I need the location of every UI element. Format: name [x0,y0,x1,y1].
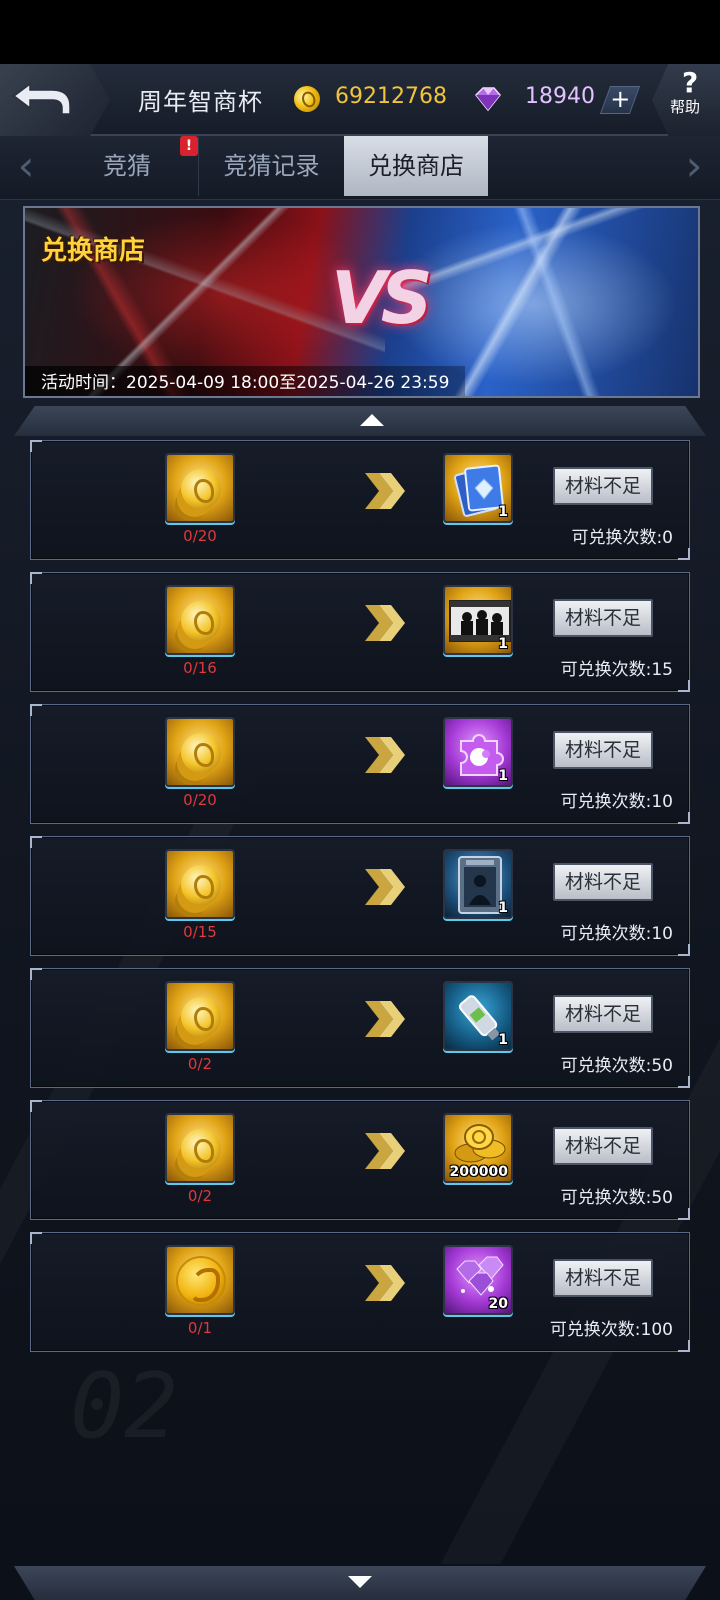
exchange-button[interactable]: 材料不足 [553,731,653,769]
dragon-coin-graphic [176,1256,226,1306]
status-bar [0,0,720,64]
tab-label: 兑换商店 [368,152,464,180]
remaining-exchanges: 可兑换次数:15 [560,660,673,680]
coin-stack-icon[interactable] [165,717,235,787]
coin-stack-icon[interactable] [165,1113,235,1183]
help-icon: ? [682,66,699,99]
double-chevron-icon [365,605,405,641]
back-button[interactable] [0,64,110,136]
silhouette-card-icon[interactable]: 1 [443,585,513,655]
usb-drive-icon[interactable]: 1 [443,981,513,1051]
puzzle-piece-icon[interactable]: 1 [443,717,513,787]
remaining-exchanges: 可兑换次数:10 [560,792,673,812]
coin-balance: 69212768 [335,84,447,109]
double-chevron-icon [365,1133,405,1169]
exchange-row: 0/1 20 材料不足 可兑换次数:100 [30,1232,690,1352]
remaining-exchanges: 可兑换次数:0 [571,528,673,548]
exchange-button[interactable]: 材料不足 [553,467,653,505]
double-chevron-icon [365,473,405,509]
event-time: 活动时间：2025-04-09 18:00至2025-04-26 23:59 [25,366,465,396]
reward-count: 1 [498,768,508,784]
vs-logo: VS [331,256,433,340]
coin-icon [290,82,324,116]
exchange-row: 0/20 1 材料不足 可兑换次数:0 [30,440,690,560]
alert-badge-icon: ! [180,136,198,156]
exchange-button[interactable]: 材料不足 [553,599,653,637]
target-card-icon[interactable]: 1 [443,849,513,919]
exchange-row: 0/20 1 材料不足 可兑换次数:10 [30,704,690,824]
exchange-button[interactable]: 材料不足 [553,995,653,1033]
background-decoration: 02 [70,1354,179,1459]
double-chevron-icon [365,1265,405,1301]
tab-bar: ‹ 竞猜 ! 竞猜记录 兑换商店 › [0,136,720,200]
coin-stack-graphic [181,601,221,641]
reward-count: 1 [498,1032,508,1048]
help-button[interactable]: ? 帮助 [652,64,720,136]
tab-left-arrow-icon[interactable]: ‹ [6,145,46,190]
coin-stack-icon[interactable] [165,849,235,919]
gem-icon [474,87,501,112]
double-chevron-icon [365,869,405,905]
scroll-down-button[interactable] [14,1566,706,1600]
page-title: 周年智商杯 [138,88,263,116]
gem-balance: 18940 [525,84,595,109]
cost-progress: 0/2 [187,1187,213,1205]
tab-exchange-shop[interactable]: 兑换商店 [344,136,488,196]
coin-stack-graphic [181,1129,221,1169]
coin-stack-icon[interactable] [165,585,235,655]
coin-stack-graphic [181,469,221,509]
gold-coins-graphic [454,1124,506,1163]
cost-progress: 0/2 [187,1055,213,1073]
coin-stack-icon[interactable] [165,453,235,523]
tab-label: 竞猜记录 [223,152,320,180]
event-banner: VS 兑换商店 活动时间：2025-04-09 18:00至2025-04-26… [23,206,700,398]
remaining-exchanges: 可兑换次数:10 [560,924,673,944]
coin-stack-graphic [181,865,221,905]
plus-icon: + [610,85,631,113]
remaining-exchanges: 可兑换次数:100 [549,1320,673,1340]
remaining-exchanges: 可兑换次数:50 [560,1188,673,1208]
exchange-button[interactable]: 材料不足 [553,863,653,901]
cost-progress: 0/1 [187,1319,213,1337]
reward-count: 200000 [449,1164,508,1180]
add-gems-button[interactable]: + [599,85,641,114]
reward-count: 20 [488,1296,508,1312]
exchange-row: 0/2 200000 材料不足 可兑换次数:50 [30,1100,690,1220]
cost-progress: 0/16 [183,659,217,677]
coin-stack-graphic [181,733,221,773]
exchange-row: 0/15 1 材料不足 可兑换次数:10 [30,836,690,956]
help-label: 帮助 [670,98,701,116]
double-chevron-icon [365,737,405,773]
cost-progress: 0/20 [183,791,217,809]
cost-progress: 0/15 [183,923,217,941]
down-arrow-icon [348,1576,372,1588]
gems-icon[interactable]: 20 [443,1245,513,1315]
tab-right-arrow-icon[interactable]: › [674,145,714,190]
exchange-row: 0/2 1 材料不足 可兑换次数:50 [30,968,690,1088]
scroll-up-button[interactable] [14,406,706,436]
gold-coins-icon[interactable]: 200000 [443,1113,513,1183]
back-arrow-icon [12,82,71,115]
coin-stack-icon[interactable] [165,981,235,1051]
cost-progress: 0/20 [183,527,217,545]
exchange-row: 0/16 1 材料不足 可兑换次数:15 [30,572,690,692]
target-card-graphic [458,856,502,914]
remaining-exchanges: 可兑换次数:50 [560,1056,673,1076]
dragon-coin-icon[interactable] [165,1245,235,1315]
reward-count: 1 [498,900,508,916]
tab-label: 竞猜 [103,152,151,180]
exchange-button[interactable]: 材料不足 [553,1127,653,1165]
top-bar: 周年智商杯 69212768 18940 + ? 帮助 [0,64,720,136]
card-pack-icon[interactable]: 1 [443,453,513,523]
reward-count: 1 [498,636,508,652]
exchange-button[interactable]: 材料不足 [553,1259,653,1297]
double-chevron-icon [365,1001,405,1037]
reward-count: 1 [498,504,508,520]
up-arrow-icon [360,414,384,426]
coin-stack-graphic [181,997,221,1037]
exchange-shop-screen: 02 周年智商杯 69212768 18940 + ? 帮助 ‹ 竞猜 ! 竞猜… [0,64,720,1600]
tab-guess-history[interactable]: 竞猜记录 [198,136,344,196]
tab-guess[interactable]: 竞猜 [56,136,198,196]
banner-title: 兑换商店 [41,236,146,266]
